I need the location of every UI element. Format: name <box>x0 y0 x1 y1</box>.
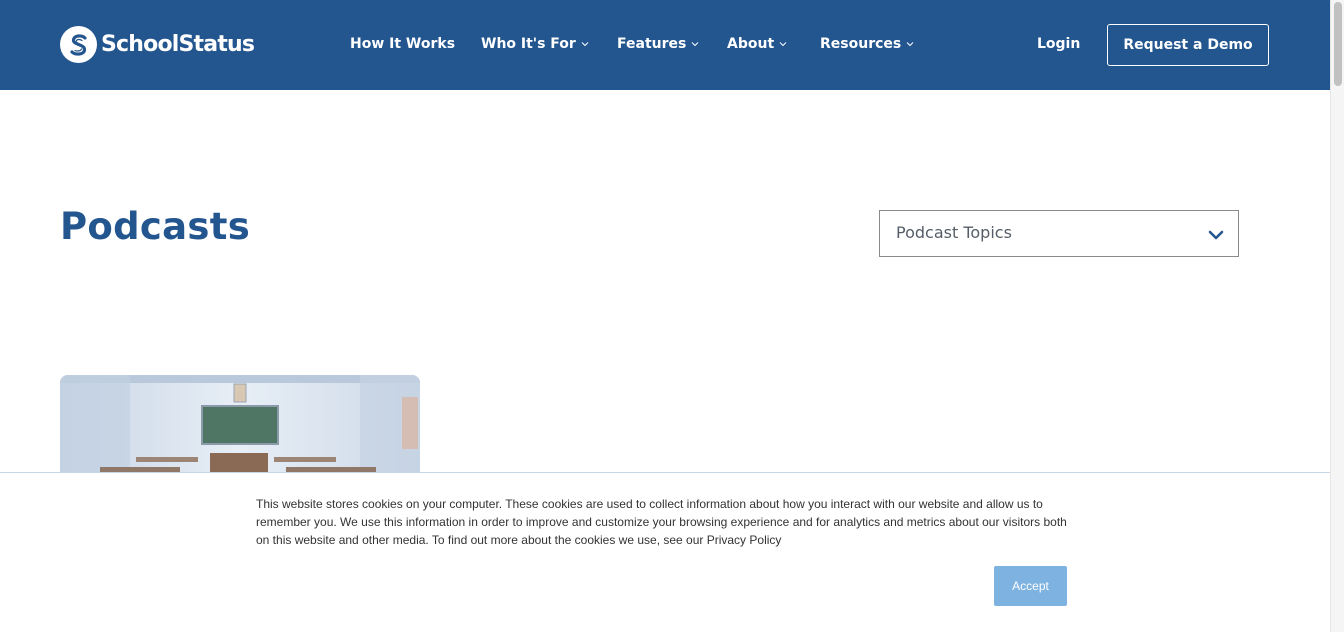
brand-name: SchoolStatus <box>101 32 255 57</box>
scrollbar-thumb[interactable] <box>1334 2 1342 86</box>
chevron-down-icon <box>691 41 699 47</box>
cookie-notice-text: This website stores cookies on your comp… <box>256 497 1067 547</box>
chevron-down-icon <box>1208 228 1224 246</box>
page-title: Podcasts <box>60 205 251 248</box>
cookie-banner: This website stores cookies on your comp… <box>0 472 1330 632</box>
brand-logo[interactable]: SchoolStatus <box>60 26 255 63</box>
nav-who-its-for[interactable]: Who It's For <box>481 36 589 52</box>
chevron-down-icon <box>906 41 914 47</box>
nav-label: Features <box>617 36 687 52</box>
nav-label: How It Works <box>350 36 456 52</box>
login-link[interactable]: Login <box>1037 36 1080 52</box>
site-header: SchoolStatus How It Works Who It's For F… <box>0 0 1330 90</box>
nav-about[interactable]: About <box>727 36 787 52</box>
nav-resources[interactable]: Resources <box>820 36 914 52</box>
podcast-topics-select[interactable]: Podcast Topics <box>879 210 1239 257</box>
nav-label: About <box>727 36 775 52</box>
page-scrollbar[interactable] <box>1330 0 1344 632</box>
request-demo-button[interactable]: Request a Demo <box>1107 24 1269 66</box>
select-value: Podcast Topics <box>896 223 1012 242</box>
chevron-down-icon <box>779 41 787 47</box>
accept-cookies-button[interactable]: Accept <box>994 566 1067 606</box>
nav-how-it-works[interactable]: How It Works <box>350 36 455 52</box>
nav-label: Resources <box>820 36 902 52</box>
nav-label: Who It's For <box>481 36 576 52</box>
chevron-down-icon <box>581 41 589 47</box>
schoolstatus-logo-icon <box>60 26 97 63</box>
nav-features[interactable]: Features <box>617 36 699 52</box>
